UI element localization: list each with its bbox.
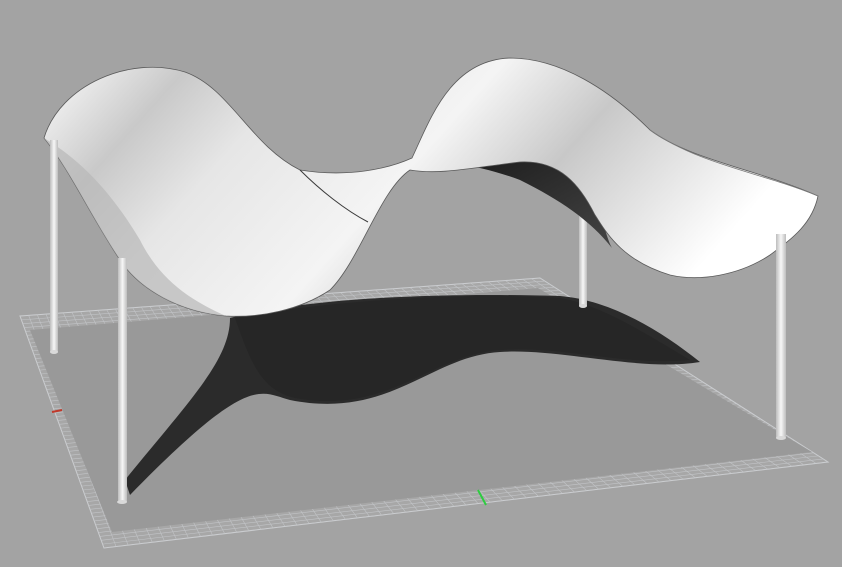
column-cap (117, 500, 127, 504)
column-cap (50, 350, 58, 354)
column-front-right (776, 234, 786, 438)
perspective-view[interactable] (0, 0, 842, 567)
column-back-right (579, 210, 587, 306)
3d-viewport[interactable] (0, 0, 842, 567)
column-cap (579, 304, 587, 308)
column-back-left (50, 140, 58, 352)
column-cap (776, 436, 786, 440)
column-front-left (118, 258, 127, 502)
